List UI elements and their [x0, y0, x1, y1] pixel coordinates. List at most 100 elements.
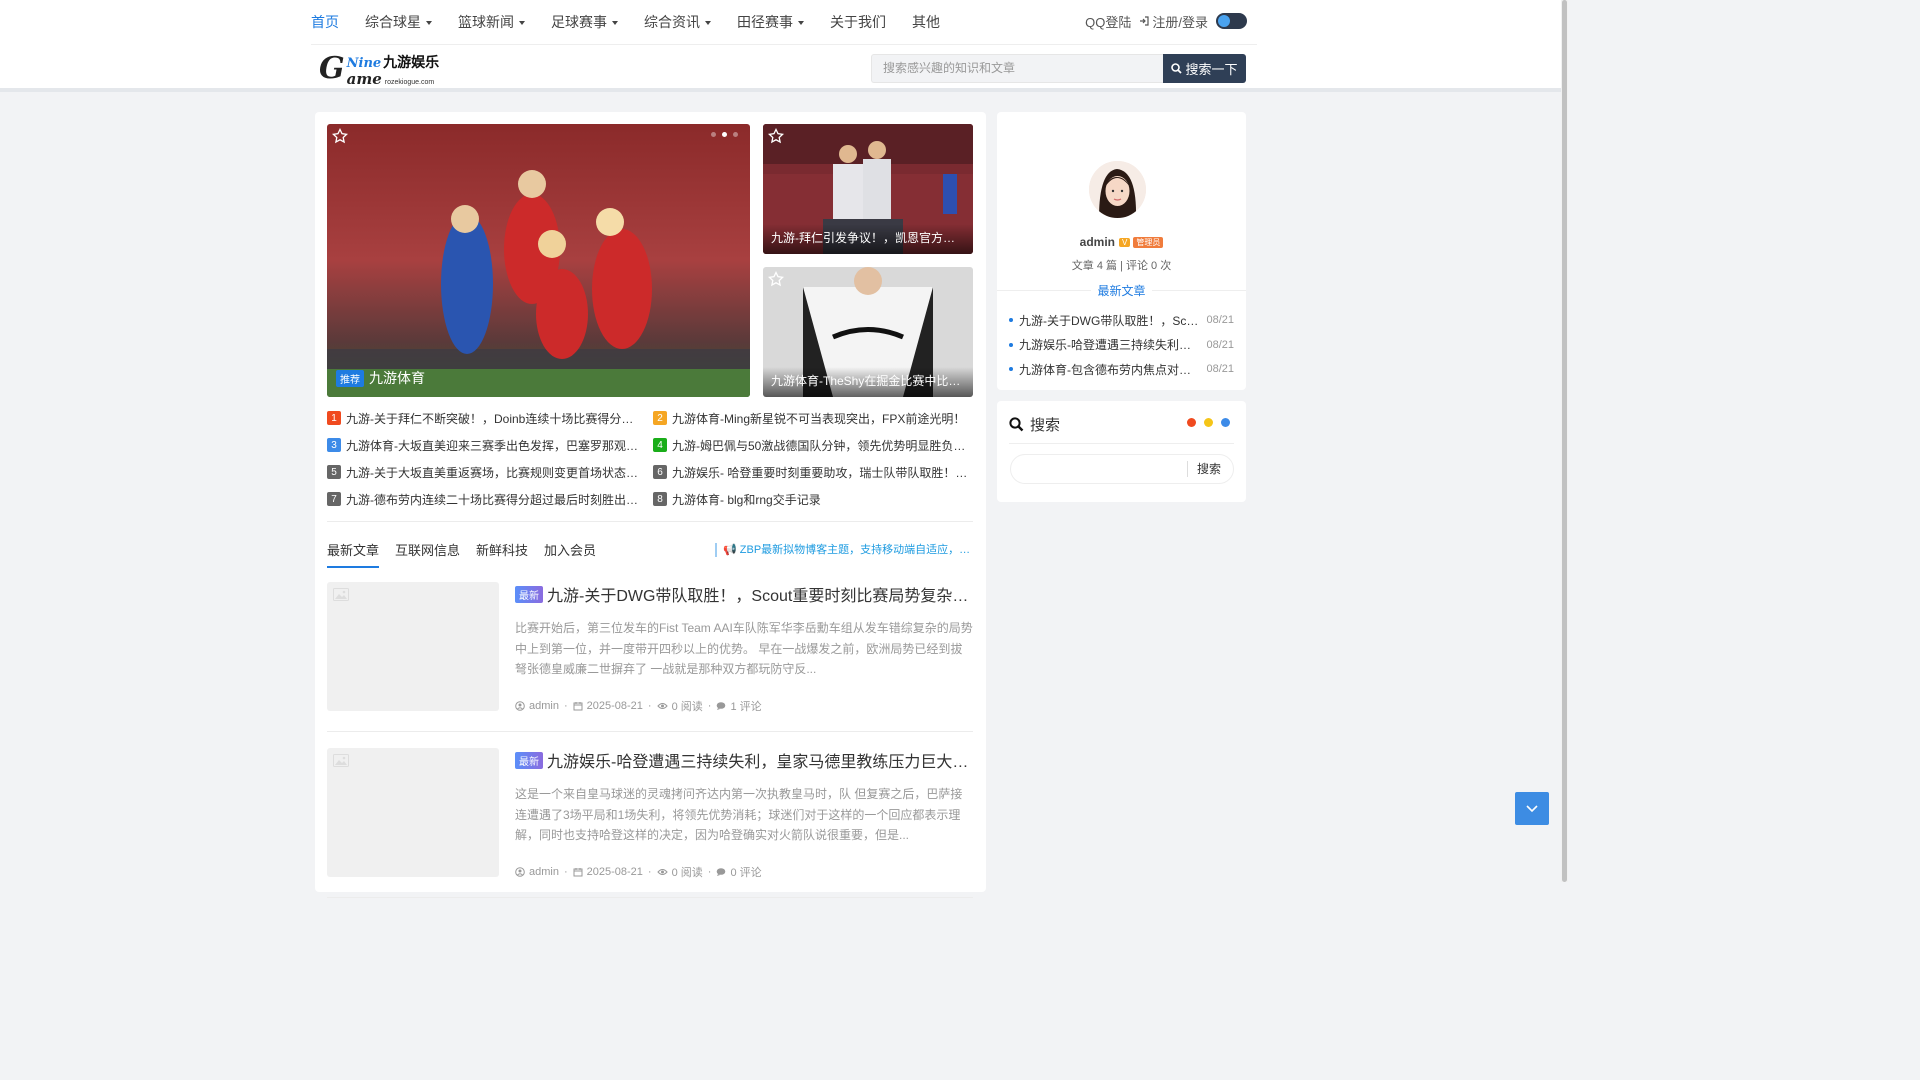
sidebar-search-input[interactable]: 搜索	[1010, 454, 1234, 484]
tab-0[interactable]: 最新文章	[327, 540, 380, 568]
article-meta: admin · 2025-08-21 · 0 阅读 · 1 评论	[515, 698, 762, 714]
dark-mode-toggle[interactable]	[1216, 13, 1247, 29]
article-card[interactable]: 最新 九游-关于DWG带队取胜！，Scout重要时刻比赛局势复杂上演逆转比赛开始后…	[327, 582, 973, 732]
header-search-input[interactable]: 搜索感兴趣的知识和文章	[871, 54, 1163, 83]
nav-item-4[interactable]: 综合资讯	[644, 0, 711, 44]
latest-article-item[interactable]: 九游体育-包含德布劳内焦点对战的赛事前瞻08/21	[1009, 361, 1234, 377]
sidebar-search-button[interactable]: 搜索	[1186, 461, 1233, 477]
bullet	[1009, 367, 1013, 371]
site-header: G Nine 九游娱乐 ame rozekiogue.com 搜索感兴趣的知识和…	[0, 44, 1568, 92]
slider-dot[interactable]	[733, 132, 738, 137]
article-title-row: 最新 九游-关于DWG带队取胜！，Scout重要时刻比赛局势复杂上演逆转	[515, 582, 973, 606]
article-thumbnail[interactable]	[327, 748, 499, 877]
slider-photo	[327, 124, 750, 397]
hot-list-item[interactable]: 5 九游-关于大坂直美重返赛场，比赛规则变更首场状态出色	[327, 464, 653, 480]
qq-login-link[interactable]: QQ登陆	[1085, 12, 1131, 31]
hot-list-item[interactable]: 3 九游体育-大坂直美迎来三赛季出色发挥，巴塞罗那观众沸腾	[327, 437, 653, 453]
author-name[interactable]: admin	[1080, 235, 1115, 249]
hot-list-title: 九游-关于大坂直美重返赛场，比赛规则变更首场状态出色	[346, 465, 644, 480]
logo-letter: G	[319, 51, 345, 86]
nav-item-label: 其他	[912, 14, 940, 30]
nav-item-7[interactable]: 其他	[912, 0, 940, 44]
divider	[1009, 443, 1234, 444]
article-title[interactable]: 九游娱乐-哈登遭遇三持续失利，皇家马德里教练压力巨大！引发热议	[547, 748, 973, 772]
hot-list-item[interactable]: 4 九游-姆巴佩与50激战德国队分钟，领先优势明显胜负难料	[653, 437, 973, 453]
star-icon[interactable]	[768, 128, 784, 144]
new-badge: 最新	[515, 751, 543, 769]
caret-down-icon	[426, 20, 432, 25]
verified-badge: V	[1119, 237, 1131, 247]
article-author[interactable]: admin	[515, 700, 559, 712]
divider	[327, 897, 973, 898]
divider	[327, 731, 973, 732]
site-logo[interactable]: G Nine 九游娱乐 ame rozekiogue.com	[319, 51, 440, 87]
hot-list-item[interactable]: 7 九游-德布劳内连续二十场比赛得分超过最后时刻胜出，赛季	[327, 491, 653, 507]
article-author[interactable]: admin	[515, 866, 559, 878]
article-views: 0 阅读	[656, 698, 703, 714]
hot-list-item[interactable]: 2 九游体育-Ming新星锐不可当表现突出，FPX前途光明！	[653, 410, 973, 426]
window-dots	[1179, 418, 1230, 427]
nav-item-5[interactable]: 田径赛事	[737, 0, 804, 44]
window-dot	[1221, 418, 1230, 427]
notice-ticker[interactable]: 📢 ZBP最新拟物博客主题，支持移动端自适应，强大的后台设置	[715, 543, 971, 557]
article-excerpt: 比赛开始后，第三位发车的Fist Team AAI车队陈军华李岳勳车组从发车错综…	[515, 621, 973, 676]
hot-list-item[interactable]: 6 九游娱乐- 哈登重要时刻重要助攻，瑞士队带队取胜！再次夺冠	[653, 464, 973, 480]
featured-slider[interactable]: 推荐 九游体育	[327, 124, 750, 397]
side-card-caption: 九游体育-TheShy在掘金比赛中比赛局势复杂	[763, 367, 973, 397]
side-card-1[interactable]: 九游-拜仁引发争议！，凯恩官方宣布退出	[763, 124, 973, 254]
star-icon[interactable]	[768, 271, 784, 287]
window-dot	[1187, 418, 1196, 427]
article-excerpt: 这是一个来自皇马球迷的灵魂拷问齐达内第一次执教皇马时，队 但复赛之后，巴萨接连遭…	[515, 787, 963, 842]
user-icon	[515, 701, 527, 711]
star-icon[interactable]	[332, 128, 348, 144]
search-widget: 搜索 搜索	[997, 401, 1246, 502]
logo-url: rozekiogue.com	[384, 78, 435, 86]
register-login-link[interactable]: 注册/登录	[1139, 12, 1208, 31]
latest-article-title: 九游娱乐-哈登遭遇三持续失利，皇家马德里教练压力巨大	[1019, 338, 1203, 352]
article-title[interactable]: 九游-关于DWG带队取胜！，Scout重要时刻比赛局势复杂上演逆转	[547, 582, 973, 606]
slider-dots	[705, 132, 738, 137]
article-comments[interactable]: 1 评论	[716, 698, 762, 714]
nav-item-label: 足球赛事	[551, 14, 607, 30]
nav-item-1[interactable]: 综合球星	[365, 0, 432, 44]
sign-in-icon	[1140, 16, 1149, 26]
latest-article-date: 08/21	[1206, 314, 1234, 326]
slider-caption: 推荐 九游体育	[336, 368, 425, 388]
article-card[interactable]: 最新九游娱乐-哈登遭遇三持续失利，皇家马德里教练压力巨大！引发热议这是一个来自皇…	[327, 748, 973, 898]
avatar[interactable]	[1089, 161, 1146, 218]
calendar-icon	[573, 701, 585, 711]
tab-3[interactable]: 加入会员	[544, 540, 596, 568]
rank-number: 4	[653, 438, 667, 452]
recommend-tag: 推荐	[336, 369, 364, 387]
search-icon	[1009, 417, 1024, 432]
scrollbar-thumb[interactable]	[1562, 0, 1567, 882]
tab-1[interactable]: 互联网信息	[395, 540, 460, 568]
slider-dot-active[interactable]	[722, 132, 727, 137]
slider-dot[interactable]	[711, 132, 716, 137]
eye-icon	[656, 867, 670, 877]
header-search-button[interactable]: 搜索一下	[1163, 54, 1246, 83]
image-placeholder-icon	[333, 588, 349, 601]
hot-list-item[interactable]: 1 九游-关于拜仁不断突破！，Doinb连续十场比赛得分超过二十分	[327, 410, 653, 426]
logo-cn: 九游娱乐	[383, 53, 440, 70]
nav-item-3[interactable]: 足球赛事	[551, 0, 618, 44]
chevron-down-icon	[1526, 804, 1538, 812]
article-thumbnail[interactable]	[327, 582, 499, 711]
image-placeholder-icon	[333, 754, 349, 767]
article-comments[interactable]: 0 评论	[716, 864, 762, 880]
nav-item-2[interactable]: 篮球新闻	[458, 0, 525, 44]
side-card-caption: 九游-拜仁引发争议！，凯恩官方宣布退出	[763, 224, 973, 254]
divider	[327, 521, 973, 522]
latest-articles-heading: 最新文章	[997, 282, 1246, 299]
back-to-top-button[interactable]	[1515, 792, 1549, 825]
nav-item-6[interactable]: 关于我们	[830, 0, 886, 44]
tab-2[interactable]: 新鲜科技	[476, 540, 528, 568]
author-stats: 文章 4 篇 | 评论 0 次	[1071, 260, 1172, 272]
rank-number: 2	[653, 411, 667, 425]
latest-article-item[interactable]: 九游娱乐-哈登遭遇三持续失利，皇家马德里教练压力巨大08/21	[1009, 337, 1234, 353]
hot-list-item[interactable]: 8 九游体育- blg和rng交手记录	[653, 491, 973, 507]
latest-article-item[interactable]: 九游-关于DWG带队取胜！，Scout重要时刻比赛局势复杂08/21	[1009, 312, 1234, 328]
avatar-image	[1089, 161, 1146, 218]
nav-item-0[interactable]: 首页	[311, 0, 339, 44]
side-card-2[interactable]: 九游体育-TheShy在掘金比赛中比赛局势复杂	[763, 267, 973, 397]
